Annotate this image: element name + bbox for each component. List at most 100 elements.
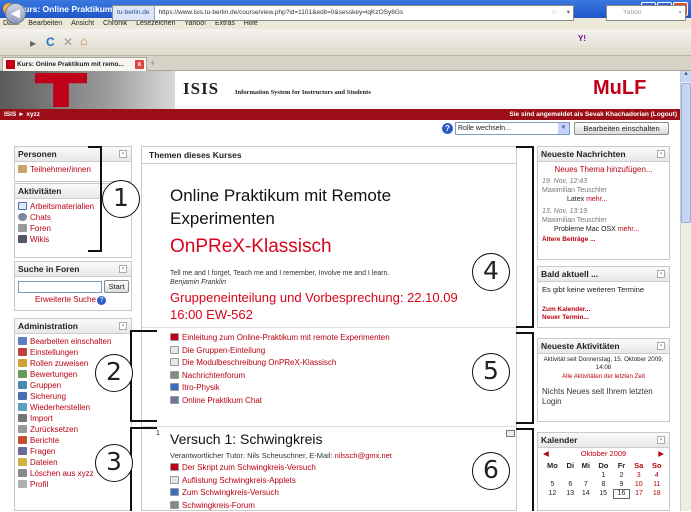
- resource-link[interactable]: Die Modulbeschreibung OnPReX-Klassisch: [170, 357, 500, 370]
- calendar-day[interactable]: 12: [542, 489, 563, 498]
- calendar-day[interactable]: 9: [613, 480, 630, 489]
- forward-icon[interactable]: ▸: [30, 35, 36, 51]
- search-start-button[interactable]: Start: [104, 280, 129, 293]
- url-text: https://www.isis.tu-berlin.de/course/vie…: [158, 9, 404, 16]
- resource-list: Einleitung zum Online-Praktikum mit remo…: [170, 332, 500, 408]
- menu-ansicht[interactable]: Ansicht: [71, 18, 94, 29]
- calendar-day[interactable]: 5: [542, 480, 563, 489]
- search-input[interactable]: Yahoo ⌕: [606, 5, 686, 21]
- tutor-email-link[interactable]: nilssch@gmx.net: [335, 451, 392, 460]
- resource-link[interactable]: Online Praktikum Chat: [170, 395, 500, 408]
- annotation-bracket-3: [130, 427, 157, 511]
- resource-link[interactable]: Itro-Physik: [170, 382, 500, 395]
- older-posts-link[interactable]: Ältere Beiträge ...: [538, 236, 669, 243]
- admin-item[interactable]: Zurücksetzen: [15, 424, 131, 435]
- login-info[interactable]: Sie sind angemeldet als Sevak Khachadori…: [509, 109, 677, 120]
- all-activity-link[interactable]: Alle Aktivitäten der letzten Zeit: [538, 372, 669, 381]
- admin-item[interactable]: Import: [15, 413, 131, 424]
- block-calendar: Kalender - ◀ Oktober 2009 ▶ Mo Di Mi Do Fr Sa S…: [537, 432, 670, 511]
- section-divider: [142, 426, 516, 427]
- calendar-day[interactable]: 8: [594, 480, 613, 489]
- search-icon[interactable]: ⌕: [678, 6, 682, 20]
- activity-forums[interactable]: Foren: [15, 223, 131, 234]
- calendar-day[interactable]: 13: [563, 489, 578, 498]
- admin-icon: [18, 480, 27, 488]
- collapse-icon[interactable]: -: [657, 436, 665, 444]
- tab-course[interactable]: Kurs: Online Praktikum mit remo... x: [2, 57, 147, 71]
- calendar-day[interactable]: 1: [594, 471, 613, 480]
- calendar-day[interactable]: 17: [630, 489, 648, 498]
- no-events-text: Es gibt keine weiteren Termine: [542, 285, 644, 294]
- forum-search-input[interactable]: [18, 281, 102, 293]
- calendar-link[interactable]: Zum Kalender...: [538, 297, 669, 313]
- collapse-icon[interactable]: -: [657, 342, 665, 350]
- stop-icon[interactable]: ✕: [63, 34, 73, 50]
- new-event-link[interactable]: Neuer Termin...: [538, 313, 669, 322]
- collapse-icon[interactable]: -: [119, 322, 127, 330]
- admin-icon: [18, 392, 27, 400]
- admin-item[interactable]: Sicherung: [15, 391, 131, 402]
- prev-month-icon[interactable]: ◀: [543, 448, 549, 460]
- tab-close-icon[interactable]: x: [135, 60, 144, 69]
- nothing-new-text: Nichts Neues seit Ihrem letzten Login: [542, 387, 653, 406]
- news-more-link[interactable]: mehr...: [618, 226, 639, 233]
- breadcrumb-bar: ISIS ► xyzz Sie sind angemeldet als Seva…: [0, 109, 680, 120]
- section-view-icon[interactable]: [506, 430, 515, 437]
- resource-link[interactable]: Auflistung Schwingkreis-Applets: [170, 475, 500, 488]
- edit-mode-button[interactable]: Bearbeiten einschalten: [574, 122, 669, 135]
- calendar-day[interactable]: 6: [563, 480, 578, 489]
- activity-since: Aktivität seit Donnerstag, 15. Oktober 2…: [543, 356, 664, 371]
- calendar-day[interactable]: 2: [613, 471, 630, 480]
- tu-logo: [0, 71, 175, 109]
- resource-link[interactable]: Die Gruppen-Einteilung: [170, 345, 500, 358]
- admin-item[interactable]: Bearbeiten einschalten: [15, 336, 131, 347]
- url-dropdown-icon[interactable]: ▾: [567, 6, 570, 20]
- announcement: Gruppeneinteilung und Vorbesprechung: 22…: [170, 290, 458, 322]
- address-bar[interactable]: tu-berlin.de https://www.isis.tu-berlin.d…: [112, 5, 574, 21]
- collapse-icon[interactable]: -: [657, 150, 665, 158]
- add-topic-link[interactable]: Neues Thema hinzufügen...: [538, 165, 669, 174]
- news-more-link[interactable]: mehr...: [586, 196, 607, 203]
- calendar-day: [578, 471, 594, 480]
- role-select[interactable]: Rolle wechseln... ▼: [455, 122, 570, 135]
- back-icon[interactable]: ◀: [5, 3, 26, 24]
- block-title: Administration: [18, 321, 78, 331]
- block-upcoming: Bald aktuell ... - Es gibt keine weiteren…: [537, 266, 670, 328]
- calendar-day[interactable]: 18: [648, 489, 666, 498]
- reload-icon[interactable]: C: [46, 34, 55, 50]
- menu-bearbeiten[interactable]: Bearbeiten: [28, 18, 62, 29]
- site-identity[interactable]: tu-berlin.de: [113, 6, 155, 20]
- block-title: Personen -: [15, 147, 131, 162]
- calendar-weekday: Mo: [546, 461, 558, 470]
- home-icon[interactable]: ⌂: [80, 33, 87, 49]
- people-icon: [18, 165, 27, 173]
- resource-link[interactable]: Zum Schwingkreis-Versuch: [170, 487, 500, 500]
- next-month-icon[interactable]: ▶: [658, 448, 664, 460]
- resource-link[interactable]: Einleitung zum Online-Praktikum mit remo…: [170, 332, 500, 345]
- calendar-day[interactable]: 7: [578, 480, 594, 489]
- calendar-day[interactable]: 10: [630, 480, 648, 489]
- search-engine-icon[interactable]: Y!: [578, 34, 602, 50]
- participants-link[interactable]: Teilnehmer/innen: [15, 164, 131, 175]
- page-scrollbar[interactable]: ▲: [680, 71, 691, 511]
- activity-wikis[interactable]: Wikis: [15, 234, 131, 245]
- calendar-day[interactable]: 11: [648, 480, 666, 489]
- new-tab-icon[interactable]: +: [150, 58, 155, 68]
- calendar-day[interactable]: 14: [578, 489, 594, 498]
- breadcrumb[interactable]: ISIS ► xyzz: [4, 111, 40, 118]
- collapse-icon[interactable]: -: [657, 270, 665, 278]
- collapse-icon[interactable]: -: [119, 150, 127, 158]
- help-icon[interactable]: ?: [442, 123, 453, 134]
- resource-link[interactable]: Nachrichtenforum: [170, 370, 500, 383]
- advanced-search-link[interactable]: Erweiterte Suche?: [35, 295, 106, 305]
- mulf-logo: MuLF: [593, 77, 647, 99]
- calendar-day[interactable]: 16: [612, 488, 631, 499]
- resource-link[interactable]: Der Skript zum Schwingkreis-Versuch: [170, 462, 500, 475]
- calendar-day[interactable]: 4: [648, 471, 666, 480]
- admin-item[interactable]: Wiederherstellen: [15, 402, 131, 413]
- bookmark-star-icon[interactable]: ☆: [551, 6, 557, 20]
- calendar-day[interactable]: 3: [630, 471, 648, 480]
- calendar-day[interactable]: 15: [594, 489, 613, 498]
- collapse-icon[interactable]: -: [119, 265, 127, 273]
- resource-link[interactable]: Schwingkreis-Forum: [170, 500, 500, 512]
